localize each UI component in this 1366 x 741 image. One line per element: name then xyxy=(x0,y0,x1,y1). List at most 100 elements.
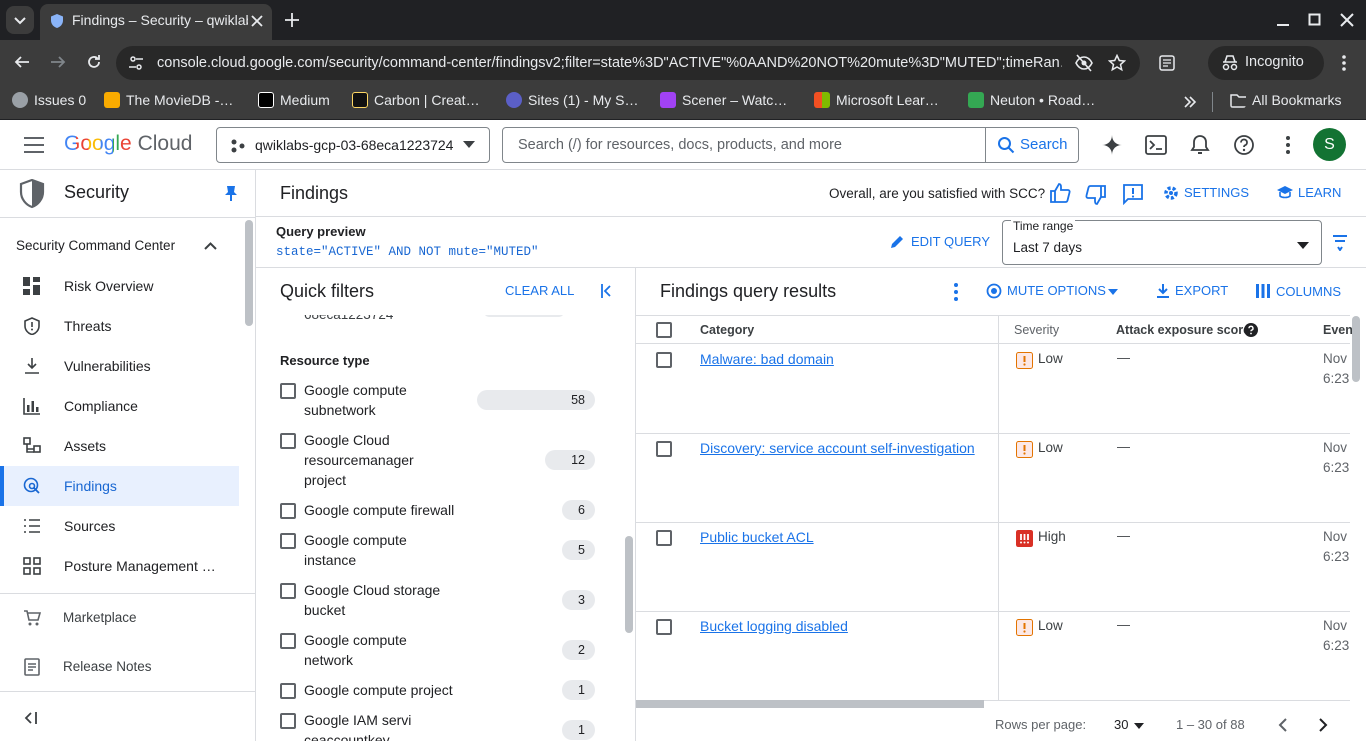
feedback-icon[interactable] xyxy=(1122,183,1144,205)
filter-checkbox[interactable] xyxy=(280,583,296,599)
bookmark-carbon[interactable]: Carbon | Creat… xyxy=(352,92,492,112)
sidebar-item-threats[interactable]: Threats xyxy=(0,306,239,346)
bookmark-scener[interactable]: Scener – Watc… xyxy=(660,92,800,112)
hamburger-menu-icon[interactable] xyxy=(24,136,44,154)
star-icon[interactable] xyxy=(1108,54,1126,72)
sidebar-item-release-notes[interactable]: Release Notes xyxy=(0,647,239,687)
rows-per-page-select[interactable]: 30 xyxy=(1114,714,1150,736)
thumbs-down-icon[interactable] xyxy=(1085,184,1107,206)
site-info-icon[interactable] xyxy=(128,55,144,71)
sidebar-item-findings[interactable]: Findings xyxy=(0,466,239,506)
finding-category-link[interactable]: Public bucket ACL xyxy=(700,529,814,545)
learn-button[interactable]: LEARN xyxy=(1276,183,1356,203)
help-icon[interactable] xyxy=(1233,134,1255,156)
clear-all-button[interactable]: CLEAR ALL xyxy=(505,283,574,298)
filter-count: 2 xyxy=(562,640,595,660)
sidebar-item-marketplace[interactable]: Marketplace xyxy=(0,598,239,638)
bookmark-moviedb[interactable]: The MovieDB -… xyxy=(104,92,244,112)
filter-icon[interactable] xyxy=(1332,235,1348,251)
mute-options-button[interactable]: MUTE OPTIONS xyxy=(986,282,1120,302)
time-range-select[interactable]: Time range Last 7 days xyxy=(1002,219,1322,265)
bookmark-neuton[interactable]: Neuton • Road… xyxy=(968,92,1108,112)
event-time: Nov xyxy=(1323,529,1348,544)
google-cloud-logo[interactable]: Google Cloud xyxy=(64,132,192,156)
sidebar-scrollbar[interactable] xyxy=(245,220,253,326)
collapse-nav-icon[interactable] xyxy=(24,711,38,725)
thumbs-up-icon[interactable] xyxy=(1049,182,1071,204)
maximize-icon[interactable] xyxy=(1308,13,1322,27)
table-vertical-scrollbar[interactable] xyxy=(1352,316,1360,382)
rows-per-page-label: Rows per page: xyxy=(995,717,1087,732)
table-row[interactable]: Malware: bad domain Low — Nov 6:23 xyxy=(636,345,1350,434)
time-range-value: Last 7 days xyxy=(1013,240,1083,255)
table-row[interactable]: Public bucket ACL High — Nov 6:23 xyxy=(636,523,1350,612)
close-icon[interactable] xyxy=(250,14,264,28)
pin-icon[interactable] xyxy=(224,185,238,201)
project-picker[interactable]: qwiklabs-gcp-03-68eca1223724 xyxy=(216,127,490,163)
sparkle-icon[interactable] xyxy=(1100,133,1124,157)
column-severity[interactable]: Severity xyxy=(1014,323,1059,337)
export-button[interactable]: EXPORT xyxy=(1156,282,1236,302)
edit-query-button[interactable]: EDIT QUERY xyxy=(890,232,990,252)
table-row[interactable]: Discovery: service account self-investig… xyxy=(636,434,1350,523)
all-bookmarks[interactable]: All Bookmarks xyxy=(1230,92,1360,112)
row-checkbox[interactable] xyxy=(656,619,672,635)
notifications-icon[interactable] xyxy=(1190,134,1210,156)
tab-search-button[interactable] xyxy=(6,6,34,34)
chevron-double-right-icon[interactable] xyxy=(1182,94,1198,110)
sidebar-item-posture-management[interactable]: Posture Management … xyxy=(0,546,239,586)
column-category[interactable]: Category xyxy=(700,323,754,337)
cloud-shell-icon[interactable] xyxy=(1145,135,1167,155)
chevron-right-icon[interactable] xyxy=(1316,717,1330,733)
minimize-icon[interactable] xyxy=(1276,14,1290,28)
new-tab-icon[interactable] xyxy=(284,12,300,28)
eye-off-icon[interactable] xyxy=(1074,54,1094,72)
row-checkbox[interactable] xyxy=(656,352,672,368)
avatar[interactable]: S xyxy=(1313,128,1346,161)
finding-category-link[interactable]: Bucket logging disabled xyxy=(700,618,848,634)
bookmark-microsoft[interactable]: Microsoft Lear… xyxy=(814,92,959,112)
forward-icon[interactable] xyxy=(50,54,66,70)
more-vert-icon[interactable] xyxy=(948,282,964,302)
browser-menu-icon[interactable] xyxy=(1336,54,1352,72)
filter-checkbox[interactable] xyxy=(280,433,296,449)
bookmark-sites[interactable]: Sites (1) - My S… xyxy=(506,92,646,112)
sidebar-item-sources[interactable]: Sources xyxy=(0,506,239,546)
select-all-checkbox[interactable] xyxy=(656,322,672,338)
row-checkbox[interactable] xyxy=(656,530,672,546)
sidebar-item-compliance[interactable]: Compliance xyxy=(0,386,239,426)
filter-checkbox[interactable] xyxy=(280,683,296,699)
section-security-command-center[interactable]: Security Command Center xyxy=(0,228,239,264)
reload-icon[interactable] xyxy=(86,54,102,70)
row-checkbox[interactable] xyxy=(656,441,672,457)
search-button[interactable]: Search xyxy=(985,127,1079,163)
sidebar-item-risk-overview[interactable]: Risk Overview xyxy=(0,266,239,306)
help-icon[interactable] xyxy=(1244,323,1258,337)
filter-checkbox[interactable] xyxy=(280,633,296,649)
reading-list-icon[interactable] xyxy=(1158,54,1176,72)
incognito-indicator[interactable]: Incognito xyxy=(1208,46,1324,80)
finding-category-link[interactable]: Malware: bad domain xyxy=(700,351,834,367)
table-horizontal-scrollbar[interactable] xyxy=(636,700,984,708)
sidebar-item-vulnerabilities[interactable]: Vulnerabilities xyxy=(0,346,239,386)
window-close-icon[interactable] xyxy=(1340,13,1354,27)
filter-checkbox[interactable] xyxy=(280,503,296,519)
sidebar-item-assets[interactable]: Assets xyxy=(0,426,239,466)
filter-checkbox[interactable] xyxy=(280,383,296,399)
table-row[interactable]: Bucket logging disabled Low — Nov 6:23 xyxy=(636,612,1350,701)
browser-tab[interactable]: Findings – Security – qwiklabs xyxy=(40,4,272,40)
quick-filters-scrollbar[interactable] xyxy=(625,536,633,633)
bookmark-issues[interactable]: Issues 0 xyxy=(12,92,102,112)
filter-checkbox[interactable] xyxy=(280,713,296,729)
feedback-question: Overall, are you satisfied with SCC? xyxy=(829,186,1046,201)
chevron-left-icon[interactable] xyxy=(1276,717,1290,733)
finding-category-link[interactable]: Discovery: service account self-investig… xyxy=(700,440,975,456)
back-icon[interactable] xyxy=(14,54,30,70)
columns-button[interactable]: COLUMNS xyxy=(1256,282,1346,302)
bookmark-medium[interactable]: Medium xyxy=(258,92,343,112)
filter-checkbox[interactable] xyxy=(280,533,296,549)
more-vert-icon[interactable] xyxy=(1280,135,1296,155)
url-bar[interactable]: console.cloud.google.com/security/comman… xyxy=(116,46,1140,80)
column-attack-exposure[interactable]: Attack exposure score xyxy=(1116,323,1250,337)
collapse-panel-icon[interactable] xyxy=(600,283,616,299)
